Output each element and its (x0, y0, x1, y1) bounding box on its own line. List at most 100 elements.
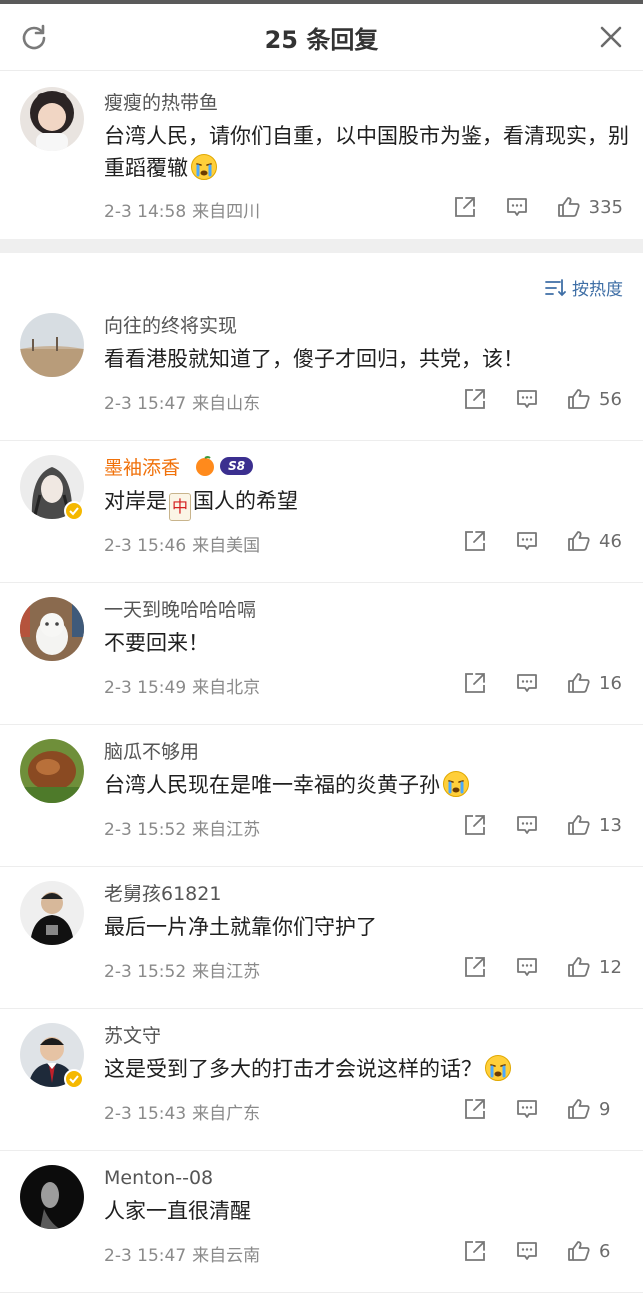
avatar[interactable] (20, 597, 84, 661)
share-icon[interactable] (463, 671, 487, 695)
reply-item: Menton--08 人家一直很清醒 2-3 15:47 来自云南 6 (0, 1165, 643, 1293)
original-comment: 瘦瘦的热带鱼 台湾人民，请你们自重，以中国股市为鉴，看清现实，别重蹈覆辙 2-3… (0, 71, 643, 231)
reply-meta: 2-3 15:49 来自北京 (104, 673, 260, 698)
share-icon[interactable] (453, 195, 477, 219)
reply-item: 墨袖添香 S8 对岸是中国人的希望 2-3 15:46 来自美国 46 (0, 455, 643, 583)
member-badges: S8 (194, 455, 254, 477)
reply-actions: 56 (463, 387, 623, 411)
username[interactable]: 脑瓜不够用 (104, 739, 643, 765)
verified-badge-icon (64, 501, 84, 521)
username[interactable]: 向往的终将实现 (104, 313, 643, 339)
avatar[interactable] (20, 881, 84, 945)
avatar[interactable] (20, 313, 84, 377)
reply-item: 向往的终将实现 看看港股就知道了，傻子才回归，共党，该！ 2-3 15:47 来自… (0, 313, 643, 441)
like-icon[interactable] (567, 529, 591, 553)
avatar[interactable] (20, 1165, 84, 1229)
username[interactable]: 瘦瘦的热带鱼 (104, 90, 643, 116)
reply-date: 2-3 15:52 (104, 962, 187, 982)
comment-icon[interactable] (515, 671, 539, 695)
reply-date: 2-3 15:49 (104, 678, 187, 698)
crying-emoji-icon (443, 771, 469, 797)
share-icon[interactable] (463, 1097, 487, 1121)
verified-badge-icon (64, 1069, 84, 1089)
comment-icon[interactable] (515, 955, 539, 979)
comment-icon[interactable] (505, 195, 529, 219)
reply-meta: 2-3 15:47 来自山东 (104, 389, 260, 414)
sort-label: 按热度 (572, 280, 623, 300)
avatar[interactable] (20, 87, 84, 151)
reply-text: 不要回来！ (104, 631, 209, 655)
comment-icon[interactable] (515, 1097, 539, 1121)
sort-icon (545, 278, 566, 296)
username-row: 墨袖添香 S8 (104, 455, 643, 481)
comment-text: 台湾人民，请你们自重，以中国股市为鉴，看清现实，别重蹈覆辙 (104, 120, 643, 184)
comment-date: 2-3 14:58 (104, 202, 187, 222)
close-icon[interactable] (597, 23, 625, 51)
reply-location: 来自美国 (192, 536, 261, 556)
like-icon[interactable] (567, 671, 591, 695)
sort-button[interactable]: 按热度 (544, 275, 623, 300)
comment-icon[interactable] (515, 529, 539, 553)
share-icon[interactable] (463, 1239, 487, 1263)
like-count: 6 (599, 1240, 611, 1262)
like-count: 13 (599, 814, 622, 836)
reply-item: 一天到晚哈哈哈嗝 不要回来！ 2-3 15:49 来自北京 16 (0, 597, 643, 725)
reply-date: 2-3 15:52 (104, 820, 187, 840)
share-icon[interactable] (463, 813, 487, 837)
like-icon[interactable] (567, 1239, 591, 1263)
username[interactable]: 苏文守 (104, 1023, 643, 1049)
reply-header: 25 条回复 (0, 4, 643, 71)
reply-text: 看看港股就知道了，傻子才回归，共党，该！ (104, 347, 524, 371)
reply-text: 这是受到了多大的打击才会说这样的话？ (104, 1053, 643, 1085)
reply-location: 来自江苏 (192, 820, 261, 840)
reply-date: 2-3 15:47 (104, 394, 187, 414)
refresh-icon[interactable] (20, 23, 48, 51)
like-icon[interactable] (557, 195, 581, 219)
like-icon[interactable] (567, 1097, 591, 1121)
comment-icon[interactable] (515, 387, 539, 411)
like-count: 56 (599, 388, 622, 410)
sort-bar: 按热度 (0, 253, 643, 313)
reply-text: 最后一片净土就靠你们守护了 (104, 915, 377, 939)
username[interactable]: Menton--08 (104, 1165, 643, 1191)
reply-date: 2-3 15:47 (104, 1246, 187, 1266)
reply-actions: 16 (463, 671, 623, 695)
like-icon[interactable] (567, 813, 591, 837)
comment-actions: 335 (453, 195, 623, 219)
reply-meta: 2-3 15:52 来自江苏 (104, 815, 260, 840)
share-icon[interactable] (463, 387, 487, 411)
avatar[interactable] (20, 739, 84, 803)
crying-emoji-icon (485, 1055, 511, 1081)
username[interactable]: 老舅孩61821 (104, 881, 643, 907)
reply-date: 2-3 15:43 (104, 1104, 187, 1124)
reply-text-content: 台湾人民现在是唯一幸福的炎黄子孙 (104, 773, 440, 797)
reply-text: 对岸是中国人的希望 (104, 485, 643, 521)
reply-meta: 2-3 15:47 来自云南 (104, 1241, 260, 1266)
reply-location: 来自北京 (192, 678, 261, 698)
reply-text-content: 这是受到了多大的打击才会说这样的话？ (104, 1057, 482, 1081)
reply-actions: 12 (463, 955, 623, 979)
like-count: 16 (599, 672, 622, 694)
reply-text: 台湾人民现在是唯一幸福的炎黄子孙 (104, 769, 643, 801)
reply-actions: 46 (463, 529, 623, 553)
username[interactable]: 一天到晚哈哈哈嗝 (104, 597, 643, 623)
reply-location: 来自广东 (192, 1104, 261, 1124)
level-badge: S8 (220, 457, 254, 475)
reply-text-part: 国人的希望 (193, 489, 298, 513)
reply-location: 来自江苏 (192, 962, 261, 982)
reply-meta: 2-3 15:46 来自美国 (104, 531, 260, 556)
like-count: 12 (599, 956, 622, 978)
reply-meta: 2-3 15:43 来自广东 (104, 1099, 260, 1124)
reply-item: 脑瓜不够用 台湾人民现在是唯一幸福的炎黄子孙 2-3 15:52 来自江苏 13 (0, 739, 643, 867)
share-icon[interactable] (463, 529, 487, 553)
like-count: 9 (599, 1098, 611, 1120)
reply-actions: 13 (463, 813, 623, 837)
like-count: 46 (599, 530, 622, 552)
comment-icon[interactable] (515, 813, 539, 837)
like-icon[interactable] (567, 387, 591, 411)
like-icon[interactable] (567, 955, 591, 979)
mahjong-tile-icon: 中 (169, 493, 191, 521)
username[interactable]: 墨袖添香 (104, 457, 180, 479)
comment-icon[interactable] (515, 1239, 539, 1263)
share-icon[interactable] (463, 955, 487, 979)
